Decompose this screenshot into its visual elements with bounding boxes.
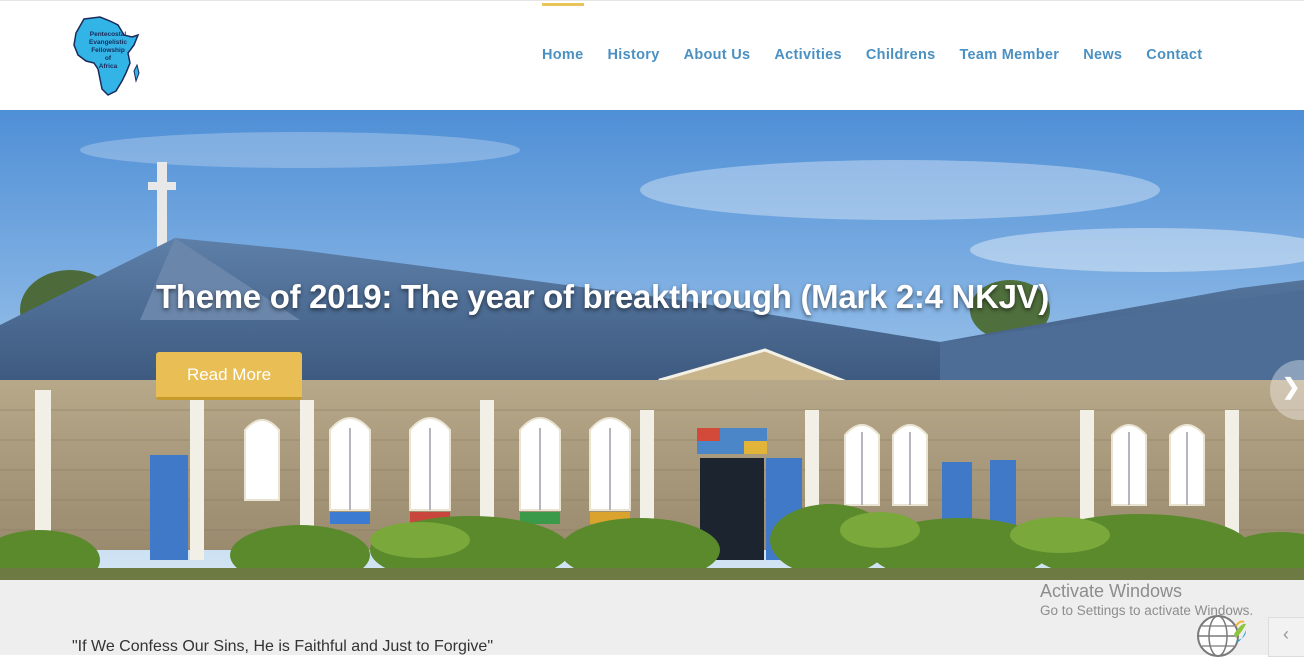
chevron-right-icon: ❯ xyxy=(1282,374,1301,399)
chevron-left-icon: ‹ xyxy=(1283,624,1289,644)
nav-item-about-us[interactable]: About Us xyxy=(672,1,763,111)
nav-item-news[interactable]: News xyxy=(1071,1,1134,111)
nav-item-history[interactable]: History xyxy=(596,1,672,111)
logo-text: Pentecostal Evangelistic Fellowship of A… xyxy=(89,31,127,70)
watermark-title: Activate Windows xyxy=(1040,581,1183,601)
hero-title: Theme of 2019: The year of breakthrough … xyxy=(156,278,1050,315)
site-logo[interactable]: Pentecostal Evangelistic Fellowship of A… xyxy=(70,15,142,99)
scroll-left-button[interactable]: ‹ xyxy=(1268,617,1304,657)
site-header: Pentecostal Evangelistic Fellowship of A… xyxy=(0,0,1304,110)
church-photo xyxy=(0,110,1304,580)
nav-item-childrens[interactable]: Childrens xyxy=(854,1,948,111)
scripture-quote: "If We Confess Our Sins, He is Faithful … xyxy=(72,638,494,655)
globe-icon[interactable] xyxy=(1196,612,1248,658)
nav-item-home[interactable]: Home xyxy=(530,1,596,111)
read-more-button[interactable]: Read More xyxy=(156,352,302,400)
nav-item-team-member[interactable]: Team Member xyxy=(947,1,1071,111)
nav-item-contact[interactable]: Contact xyxy=(1134,1,1214,111)
hero-slider: Theme of 2019: The year of breakthrough … xyxy=(0,110,1304,580)
main-navigation: Home History About Us Activities Childre… xyxy=(530,1,1214,111)
nav-item-activities[interactable]: Activities xyxy=(762,1,853,111)
